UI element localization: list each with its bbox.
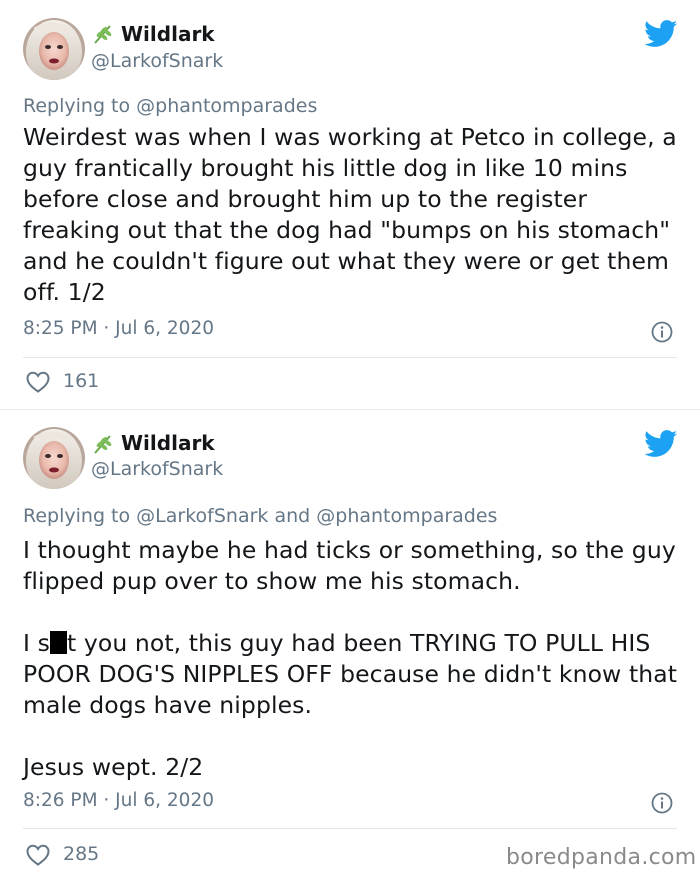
watermark: boredpanda.com — [506, 845, 697, 870]
mention-link[interactable]: @LarkofSnark — [136, 505, 268, 527]
timestamp[interactable]: 8:25 PM · Jul 6, 2020 — [23, 318, 214, 339]
replying-to: Replying to @LarkofSnark and @phantompar… — [23, 505, 497, 527]
redaction-block — [49, 631, 67, 654]
timestamp[interactable]: 8:26 PM · Jul 6, 2020 — [23, 790, 214, 811]
tweet-2: Wildlark @LarkofSnark Replying to @Larko… — [0, 409, 700, 880]
tweet-1: Wildlark @LarkofSnark Replying to @phant… — [0, 0, 700, 409]
twitter-bird-icon[interactable] — [644, 20, 678, 48]
tweet-text-paragraph: I st you not, this guy had been TRYING T… — [23, 629, 685, 719]
tweet-text-paragraph: I thought maybe he had ticks or somethin… — [23, 536, 684, 595]
replying-to-joiner: and — [274, 505, 311, 527]
tweet-text: Weirdest was when I was working at Petco… — [23, 123, 685, 306]
like-count: 285 — [63, 843, 100, 865]
handle[interactable]: @LarkofSnark — [91, 50, 223, 72]
replying-to-label: Replying to — [23, 95, 131, 117]
replying-to: Replying to @phantomparades — [23, 95, 317, 117]
twitter-bird-icon[interactable] — [644, 430, 678, 458]
display-name[interactable]: Wildlark — [121, 431, 215, 455]
herb-sprig-icon — [94, 435, 112, 454]
display-name[interactable]: Wildlark — [121, 22, 215, 46]
heart-icon[interactable] — [25, 370, 51, 394]
heart-icon[interactable] — [25, 843, 51, 867]
info-icon[interactable] — [651, 321, 673, 343]
avatar[interactable] — [23, 427, 85, 489]
tweet-text-fragment: I s — [23, 629, 50, 657]
like-count: 161 — [63, 370, 100, 392]
replying-to-label: Replying to — [23, 505, 131, 527]
divider — [23, 357, 677, 358]
tweet-text-fragment: t you not, this guy had been TRYING TO P… — [23, 629, 685, 719]
tweet-text-paragraph: Jesus wept. 2/2 — [23, 753, 204, 781]
info-icon[interactable] — [651, 792, 673, 814]
handle[interactable]: @LarkofSnark — [91, 458, 223, 480]
divider — [23, 828, 677, 829]
tweet-text: I thought maybe he had ticks or somethin… — [23, 535, 683, 783]
mention-link[interactable]: @phantomparades — [136, 95, 317, 117]
herb-sprig-icon — [94, 25, 112, 44]
avatar[interactable] — [23, 18, 85, 80]
mention-link[interactable]: @phantomparades — [316, 505, 497, 527]
